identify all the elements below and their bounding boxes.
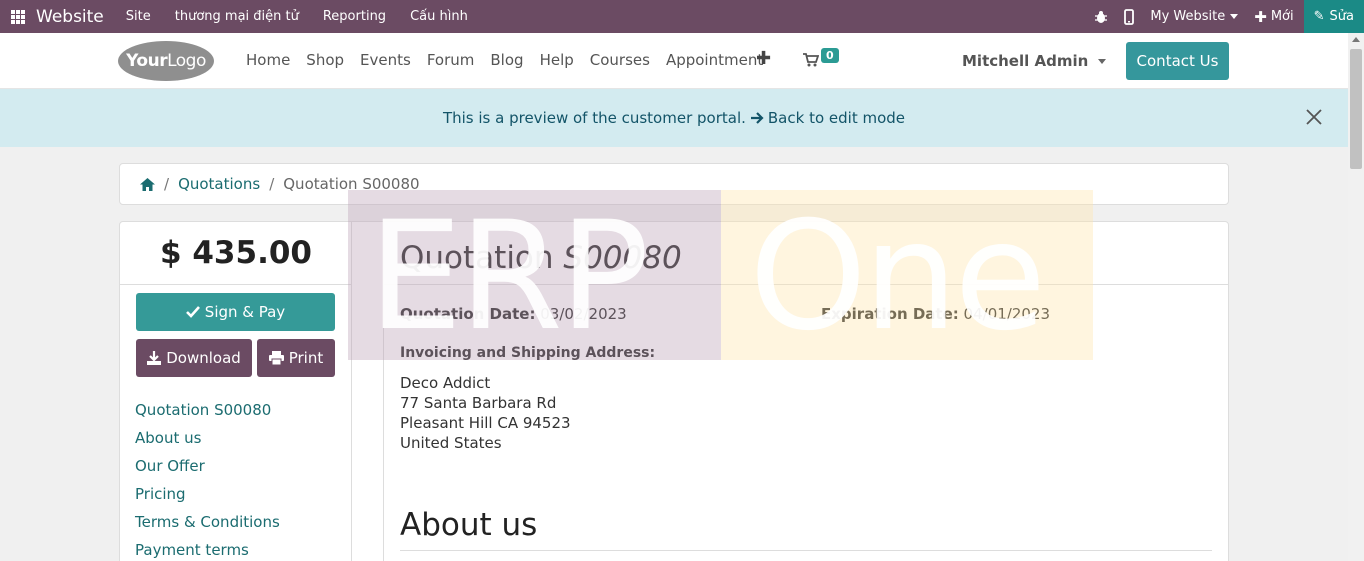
quotation-card: $ 435.00 Sign & Pay Download Print Quota… — [119, 221, 1229, 561]
section-divider — [400, 550, 1212, 551]
new-page-button[interactable]: ✚ Mới — [1254, 8, 1293, 26]
nav-forum[interactable]: Forum — [427, 51, 475, 69]
menu-reporting[interactable]: Reporting — [323, 9, 386, 24]
expiration-date: Expiration Date: 04/01/2023 — [821, 305, 1051, 323]
quotation-sidebar: $ 435.00 Sign & Pay Download Print Quota… — [120, 222, 352, 561]
plus-icon: ✚ — [1254, 7, 1267, 26]
nav-appointment[interactable]: Appointment — [666, 51, 763, 69]
toc-item[interactable]: About us — [135, 429, 280, 457]
breadcrumb-current: Quotation S00080 — [283, 175, 420, 193]
home-icon[interactable] — [140, 177, 155, 191]
quotation-title: Quotation S00080 — [400, 240, 682, 276]
check-icon — [185, 306, 200, 318]
cart-icon[interactable] — [803, 52, 820, 71]
toc-item[interactable]: Payment terms — [135, 541, 280, 561]
nav-events[interactable]: Events — [360, 51, 411, 69]
toc-item[interactable]: Quotation S00080 — [135, 401, 280, 429]
site-nav: Home Shop Events Forum Blog Help Courses… — [246, 51, 779, 69]
menu-site[interactable]: Site — [126, 9, 151, 24]
section-heading-about-us: About us — [400, 507, 538, 543]
add-menu-plus-icon[interactable]: ✚ — [756, 48, 771, 69]
address-line: Pleasant Hill CA 94523 — [400, 414, 571, 432]
print-button[interactable]: Print — [257, 339, 335, 377]
address-line: Deco Addict — [400, 374, 491, 392]
page-scrollbar[interactable] — [1348, 33, 1364, 561]
caret-down-icon — [1098, 58, 1107, 64]
nav-help[interactable]: Help — [540, 51, 574, 69]
scroll-up-arrow-icon[interactable] — [1352, 37, 1360, 42]
table-of-contents: Quotation S00080 About us Our Offer Pric… — [135, 401, 280, 561]
caret-down-icon — [1230, 14, 1239, 19]
quotation-header: Quotation S00080 — [384, 222, 1228, 285]
nav-home[interactable]: Home — [246, 51, 290, 69]
admin-top-bar: Website Site thương mại điện tử Reportin… — [0, 0, 1364, 33]
toc-item[interactable]: Pricing — [135, 485, 280, 513]
quotation-content: Quotation S00080 Quotation Date: 03/02/2… — [383, 222, 1228, 561]
address-label: Invoicing and Shipping Address: — [400, 345, 656, 361]
contact-us-button[interactable]: Contact Us — [1126, 42, 1229, 80]
pencil-icon: ✎ — [1313, 9, 1325, 24]
arrow-right-icon — [750, 112, 764, 124]
nav-blog[interactable]: Blog — [490, 51, 523, 69]
address-line: United States — [400, 434, 502, 452]
site-logo[interactable]: Your Logo — [118, 41, 214, 81]
site-header: Your Logo Home Shop Events Forum Blog Hel… — [0, 33, 1348, 89]
preview-banner: This is a preview of the customer portal… — [0, 89, 1348, 147]
menu-ecommerce[interactable]: thương mại điện tử — [175, 9, 299, 24]
sign-and-pay-button[interactable]: Sign & Pay — [136, 293, 335, 331]
address-line: 77 Santa Barbara Rd — [400, 394, 557, 412]
nav-courses[interactable]: Courses — [590, 51, 650, 69]
breadcrumb: / Quotations / Quotation S00080 — [119, 163, 1229, 205]
download-button[interactable]: Download — [136, 339, 252, 377]
cart-count-badge: 0 — [821, 48, 839, 63]
download-icon — [147, 351, 162, 365]
user-menu[interactable]: Mitchell Admin — [962, 52, 1107, 70]
mobile-preview-icon[interactable] — [1124, 8, 1135, 25]
customer-address: Deco Addict 77 Santa Barbara Rd Pleasant… — [400, 373, 571, 453]
app-title: Website — [36, 6, 104, 27]
nav-shop[interactable]: Shop — [306, 51, 344, 69]
banner-text: This is a preview of the customer portal… — [442, 109, 746, 127]
total-amount: $ 435.00 — [120, 222, 352, 285]
bug-icon[interactable] — [1094, 10, 1108, 24]
menu-configuration[interactable]: Cấu hình — [410, 9, 468, 24]
scrollbar-thumb[interactable] — [1350, 49, 1362, 169]
back-to-edit-link[interactable]: Back to edit mode — [750, 109, 905, 127]
apps-menu-icon[interactable] — [0, 0, 36, 33]
print-icon — [268, 351, 284, 365]
toc-item[interactable]: Our Offer — [135, 457, 280, 485]
close-icon[interactable] — [1304, 107, 1324, 127]
website-selector[interactable]: My Website — [1150, 9, 1239, 24]
edit-button[interactable]: ✎ Sửa — [1303, 0, 1364, 33]
quotation-date: Quotation Date: 03/02/2023 — [400, 305, 627, 323]
breadcrumb-quotations[interactable]: Quotations — [178, 175, 260, 193]
toc-item[interactable]: Terms & Conditions — [135, 513, 280, 541]
